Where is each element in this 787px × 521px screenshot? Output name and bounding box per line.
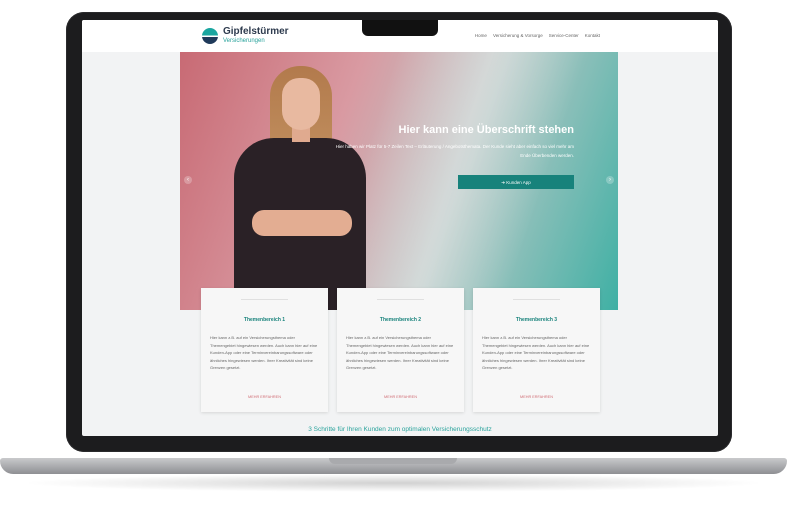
hero-title: Hier kann eine Überschrift stehen [398, 124, 574, 136]
logo-name: Gipfelstürmer [223, 26, 289, 37]
chevron-left-icon[interactable]: ‹ [184, 176, 192, 184]
laptop-screen: Gipfelstürmer Versicherungen Home Versic… [82, 20, 718, 436]
hero-person-photo [218, 64, 378, 310]
card-title: Themenbereich 3 [515, 317, 558, 323]
chevron-right-icon[interactable]: › [606, 176, 614, 184]
card-more-link[interactable]: MEHR ERFAHREN [337, 395, 464, 399]
card-text: Hier kann z.B. auf ein Versicherungsthem… [482, 335, 590, 371]
card-divider [377, 299, 424, 300]
camera-notch [362, 20, 438, 36]
card-text: Hier kann z.B. auf ein Versicherungsthem… [210, 335, 318, 371]
topic-cards: Themenbereich 1 Hier kann z.B. auf ein V… [201, 288, 600, 412]
person-arms [252, 210, 352, 236]
nav-service-center[interactable]: Service-Center [549, 33, 579, 38]
laptop-base-notch [329, 458, 457, 464]
main-nav: Home Versicherung & Vorsorge Service-Cen… [475, 33, 600, 38]
card-text: Hier kann z.B. auf ein Versicherungsthem… [346, 335, 454, 371]
topic-card-2: Themenbereich 2 Hier kann z.B. auf ein V… [337, 288, 464, 412]
nav-kontakt[interactable]: Kontakt [585, 33, 600, 38]
card-more-link[interactable]: MEHR ERFAHREN [201, 395, 328, 399]
site-logo[interactable]: Gipfelstürmer Versicherungen [202, 27, 289, 44]
card-divider [513, 299, 560, 300]
hero-banner: Hier kann eine Überschrift stehen Hier h… [180, 52, 618, 310]
nav-versicherung-vorsorge[interactable]: Versicherung & Vorsorge [493, 33, 543, 38]
laptop-shadow [20, 474, 767, 492]
person-face [282, 78, 320, 130]
card-more-link[interactable]: MEHR ERFAHREN [473, 395, 600, 399]
card-divider [241, 299, 288, 300]
nav-home[interactable]: Home [475, 33, 487, 38]
kunden-app-button[interactable]: ➔ Kunden App [458, 175, 574, 189]
card-title: Themenbereich 2 [379, 317, 422, 323]
hero-text: Hier haben wir Platz für 5-7 Zeilen Text… [335, 144, 574, 158]
topic-card-3: Themenbereich 3 Hier kann z.B. auf ein V… [473, 288, 600, 412]
logo-icon [202, 27, 218, 44]
card-title: Themenbereich 1 [243, 317, 286, 323]
topic-card-1: Themenbereich 1 Hier kann z.B. auf ein V… [201, 288, 328, 412]
logo-subtitle: Versicherungen [223, 38, 265, 44]
slogan-text: 3 Schritte für Ihren Kunden zum optimale… [308, 426, 492, 433]
